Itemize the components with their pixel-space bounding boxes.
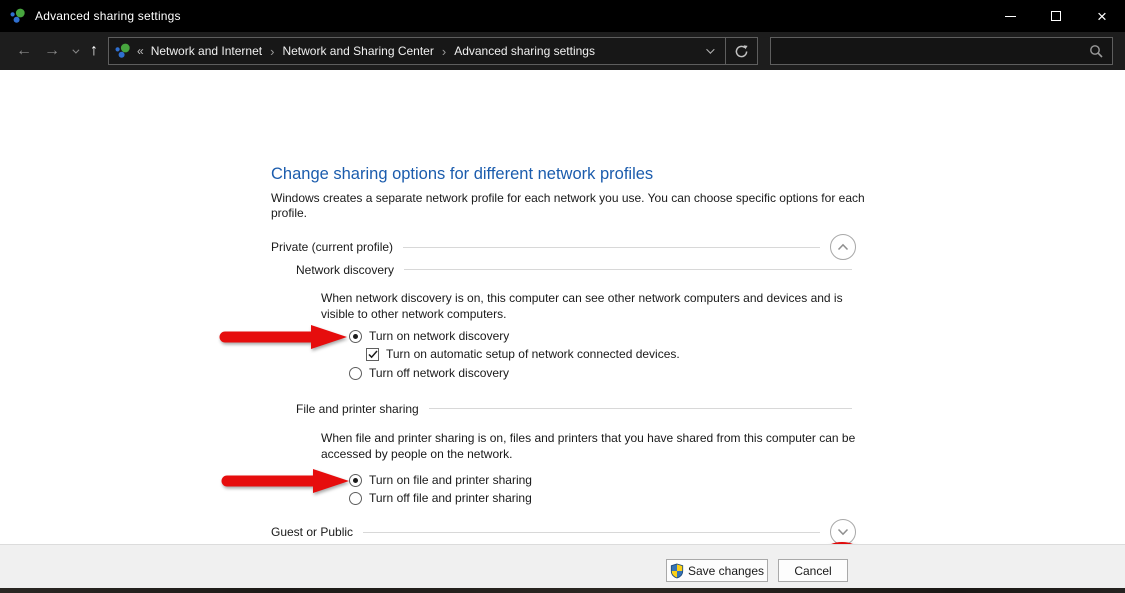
recent-pages-button[interactable]: [64, 32, 84, 70]
up-icon: ↑: [90, 42, 98, 60]
file-printer-description: When file and printer sharing is on, fil…: [321, 431, 873, 462]
option-label: Turn on automatic setup of network conne…: [386, 347, 680, 361]
back-button[interactable]: ←: [10, 32, 38, 70]
network-sharing-icon: [115, 43, 131, 59]
advanced-sharing-settings-window: Advanced sharing settings × ← → ↑ « Netw…: [0, 0, 1125, 593]
subsection-divider-line: [429, 408, 852, 409]
option-turn-off-network-discovery: Turn off network discovery: [349, 366, 509, 380]
up-button[interactable]: ↑: [82, 32, 106, 70]
chevron-down-icon: [72, 46, 79, 53]
forward-icon: →: [44, 42, 60, 60]
save-changes-label: Save changes: [688, 564, 764, 578]
checkmark-icon: [368, 350, 378, 359]
back-icon: ←: [16, 42, 32, 60]
cancel-button[interactable]: Cancel: [778, 559, 848, 582]
footer-bar: Save changes Cancel: [0, 545, 1125, 588]
breadcrumb: « Network and Internet › Network and Sha…: [108, 37, 726, 65]
title-bar: Advanced sharing settings ×: [0, 0, 1125, 32]
file-printer-sharing-label: File and printer sharing: [296, 402, 419, 416]
uac-shield-icon: [670, 563, 684, 579]
breadcrumb-separator[interactable]: ›: [442, 44, 446, 59]
navigation-bar: ← → ↑ « Network and Internet › Network a…: [0, 32, 1125, 70]
annotation-arrow-network-discovery: [216, 324, 350, 350]
breadcrumb-item-network-and-internet[interactable]: Network and Internet: [151, 44, 262, 58]
annotation-arrow-file-printer-sharing: [218, 468, 352, 494]
guest-or-public-label: Guest or Public: [271, 525, 353, 539]
search-box: [770, 37, 1113, 65]
breadcrumb-separator[interactable]: ›: [270, 44, 274, 59]
refresh-icon: [734, 44, 749, 59]
collapse-private-button[interactable]: [830, 234, 856, 260]
option-turn-on-file-printer-sharing: Turn on file and printer sharing: [349, 473, 532, 487]
intro-text: Windows creates a separate network profi…: [271, 191, 865, 221]
network-sharing-icon: [10, 8, 26, 24]
section-guest-or-public: Guest or Public: [271, 519, 856, 545]
radio-turn-on-network-discovery[interactable]: [349, 330, 362, 343]
section-divider-line: [403, 247, 820, 248]
option-label: Turn off file and printer sharing: [369, 491, 532, 505]
subsection-divider-line: [404, 269, 852, 270]
maximize-icon: [1051, 11, 1061, 21]
network-discovery-label: Network discovery: [296, 263, 394, 277]
breadcrumb-collapse-icon[interactable]: «: [137, 44, 144, 58]
forward-button[interactable]: →: [38, 32, 66, 70]
section-divider-line: [363, 532, 820, 533]
section-private-label: Private (current profile): [271, 240, 393, 254]
desktop-edge-strip: [0, 588, 1125, 593]
maximize-button[interactable]: [1033, 0, 1079, 32]
cancel-label: Cancel: [794, 564, 831, 578]
refresh-button[interactable]: [726, 37, 758, 65]
option-automatic-setup: Turn on automatic setup of network conne…: [366, 347, 680, 361]
radio-turn-off-network-discovery[interactable]: [349, 367, 362, 380]
option-label: Turn on network discovery: [369, 329, 509, 343]
minimize-button[interactable]: [987, 0, 1033, 32]
search-input[interactable]: [771, 38, 1089, 64]
option-turn-off-file-printer-sharing: Turn off file and printer sharing: [349, 491, 532, 505]
close-button[interactable]: ×: [1079, 0, 1125, 32]
breadcrumb-item-network-and-sharing-center[interactable]: Network and Sharing Center: [282, 44, 433, 58]
checkbox-automatic-setup[interactable]: [366, 348, 379, 361]
chevron-down-icon: [706, 45, 714, 53]
page-title: Change sharing options for different net…: [271, 165, 653, 184]
section-private: Private (current profile): [271, 234, 856, 260]
breadcrumb-dropdown-button[interactable]: [693, 38, 725, 64]
option-label: Turn off network discovery: [369, 366, 509, 380]
chevron-down-icon: [837, 528, 849, 536]
option-turn-on-network-discovery: Turn on network discovery: [349, 329, 509, 343]
option-label: Turn on file and printer sharing: [369, 473, 532, 487]
close-icon: ×: [1097, 8, 1107, 25]
subsection-network-discovery: Network discovery: [296, 262, 852, 277]
window-title: Advanced sharing settings: [35, 9, 181, 23]
save-changes-button[interactable]: Save changes: [666, 559, 768, 582]
minimize-icon: [1005, 16, 1016, 17]
chevron-up-icon: [837, 243, 849, 251]
search-icon[interactable]: [1089, 44, 1104, 59]
window-controls: ×: [987, 0, 1125, 32]
network-discovery-description: When network discovery is on, this compu…: [321, 291, 873, 322]
breadcrumb-item-advanced-sharing-settings[interactable]: Advanced sharing settings: [454, 44, 595, 58]
settings-content: Change sharing options for different net…: [0, 70, 1125, 544]
subsection-file-printer-sharing: File and printer sharing: [296, 401, 852, 416]
